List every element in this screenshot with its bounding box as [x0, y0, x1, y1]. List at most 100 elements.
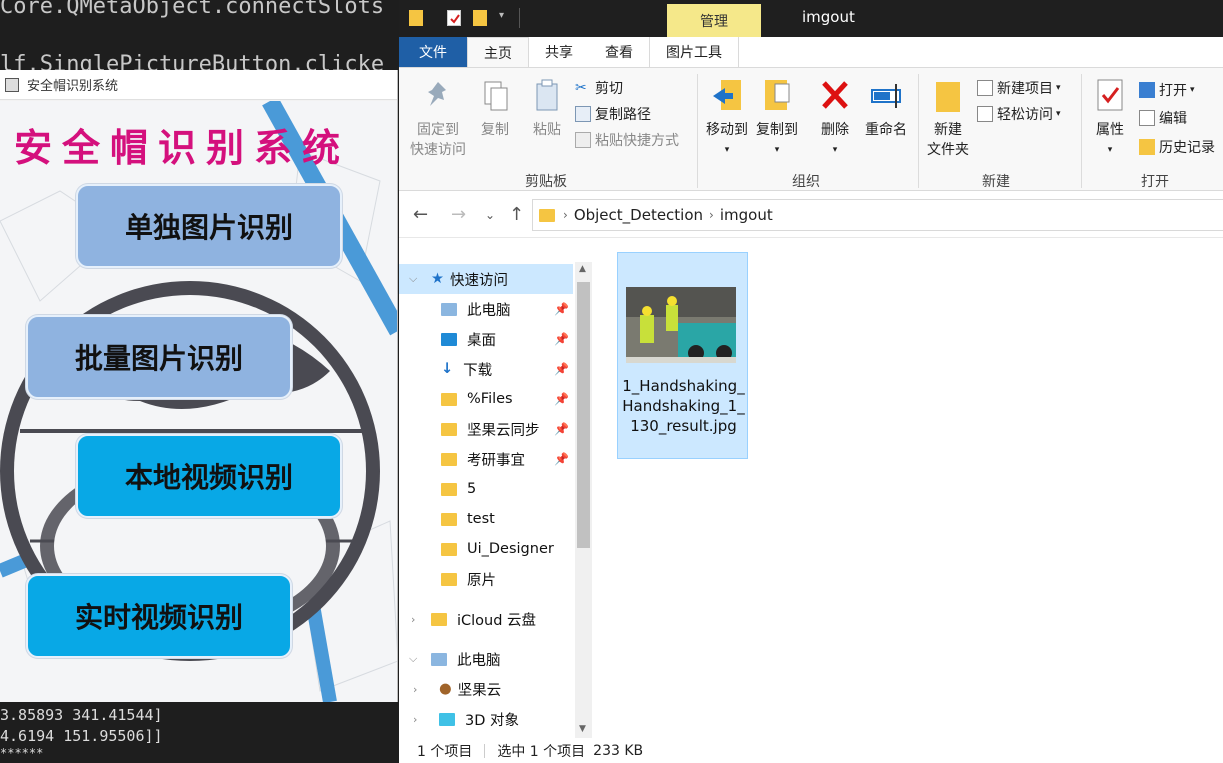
folder-icon	[409, 10, 423, 26]
file-item[interactable]: 1_Handshaking_Handshaking_1_130_result.j…	[617, 252, 748, 459]
batch-image-button[interactable]: 批量图片识别	[26, 315, 292, 399]
folder-icon	[441, 512, 457, 526]
new-item-button[interactable]: 新建项目 ▾	[977, 78, 1061, 98]
folder-icon	[441, 422, 457, 436]
copy-button[interactable]: 复制	[475, 78, 515, 140]
chevron-right-icon[interactable]: ›	[413, 683, 417, 696]
new-folder-icon	[932, 78, 964, 114]
single-image-button[interactable]: 单独图片识别	[76, 184, 342, 268]
tab-view[interactable]: 查看	[589, 37, 649, 67]
folder-icon	[441, 452, 457, 466]
copy-to-button[interactable]: 复制到 ▾	[753, 78, 801, 160]
rename-button[interactable]: 重命名	[861, 78, 911, 140]
pc-icon	[431, 652, 447, 666]
scroll-down-icon[interactable]: ▼	[579, 724, 586, 734]
nav-item-jianguoyun-sync[interactable]: 坚果云同步 📌	[399, 414, 573, 444]
nav-item-ui-designer[interactable]: Ui_Designer	[399, 534, 573, 564]
chevron-down-icon[interactable]: ▾	[499, 10, 504, 21]
realtime-video-button[interactable]: 实时视频识别	[26, 574, 292, 658]
tab-picture-tools[interactable]: 图片工具	[649, 37, 739, 67]
history-label: 历史记录	[1159, 140, 1215, 156]
easy-access-label: 轻松访问	[997, 107, 1053, 123]
local-video-button[interactable]: 本地视频识别	[76, 434, 342, 518]
breadcrumb-item[interactable]: imgout	[720, 206, 773, 224]
nav-item-3d-objects[interactable]: › 3D 对象	[399, 704, 573, 734]
nav-item-desktop[interactable]: 桌面 📌	[399, 324, 573, 354]
chevron-right-icon[interactable]: ›	[413, 713, 417, 726]
nav-item-this-pc[interactable]: ⌵ 此电脑	[399, 644, 573, 674]
chevron-down-icon[interactable]: ⌵	[409, 652, 417, 666]
nav-item-test[interactable]: test	[399, 504, 573, 534]
nav-item-files[interactable]: %Files 📌	[399, 384, 573, 414]
delete-label: 删除	[821, 122, 849, 138]
tab-manage[interactable]: 管理	[667, 4, 761, 37]
image-icon	[1139, 82, 1155, 98]
pin-to-quick-access-button[interactable]: 固定到 快速访问	[407, 78, 469, 160]
easy-access-icon	[977, 106, 993, 122]
delete-icon	[819, 78, 851, 114]
copy-path-button[interactable]: 复制路径	[575, 104, 651, 124]
file-explorer-window: ▾ 管理 imgout 文件 主页 共享 查看 图片工具 固定到 快速访问 复制	[399, 0, 1223, 763]
chevron-right-icon[interactable]: ›	[709, 208, 714, 222]
group-label-clipboard: 剪贴板	[525, 174, 567, 190]
up-arrow-icon[interactable]: ↑	[509, 204, 524, 225]
chevron-down-icon: ▾	[724, 145, 730, 155]
console-line: 4.6194 151.95506]]	[0, 727, 163, 745]
path-box[interactable]: › Object_Detection › imgout	[532, 199, 1223, 231]
nav-label: 5	[467, 481, 477, 497]
chevron-right-icon[interactable]: ›	[563, 208, 568, 222]
easy-access-button[interactable]: 轻松访问 ▾	[977, 104, 1061, 124]
divider	[519, 8, 520, 28]
code-line: Core.QMetaObject.connectSlots	[0, 0, 385, 19]
edit-button[interactable]: 编辑	[1139, 108, 1187, 128]
properties-button[interactable]: 属性 ▾	[1089, 78, 1131, 160]
move-to-button[interactable]: 移动到 ▾	[703, 78, 751, 160]
breadcrumb-item[interactable]: Object_Detection	[574, 206, 703, 224]
pin-icon: 📌	[554, 332, 569, 346]
back-arrow-icon[interactable]: ←	[413, 204, 428, 225]
new-folder-button[interactable]: 新建 文件夹	[923, 78, 973, 160]
copy-to-icon	[761, 78, 793, 114]
delete-button[interactable]: 删除 ▾	[813, 78, 857, 160]
pin-icon: 📌	[554, 422, 569, 436]
nav-item-5[interactable]: 5	[399, 474, 573, 504]
nav-item-kaoyan[interactable]: 考研事宜 📌	[399, 444, 573, 474]
properties-icon[interactable]	[447, 10, 461, 26]
divider	[918, 74, 919, 188]
folder-icon	[431, 612, 447, 626]
image-thumbnail	[626, 287, 736, 363]
history-icon	[1139, 139, 1155, 155]
tab-home[interactable]: 主页	[467, 37, 529, 67]
nav-item-this-pc-pinned[interactable]: 此电脑 📌	[399, 294, 573, 324]
group-label-new: 新建	[982, 174, 1010, 190]
nav-quick-access[interactable]: ⌵ ★ 快速访问	[399, 264, 573, 294]
scissors-icon: ✂	[575, 80, 587, 96]
chevron-down-icon[interactable]: ⌵	[409, 272, 417, 286]
history-button[interactable]: 历史记录	[1139, 137, 1215, 157]
scrollbar-thumb[interactable]	[577, 282, 590, 548]
chevron-right-icon[interactable]: ›	[411, 613, 415, 626]
new-folder-icon[interactable]	[473, 10, 487, 26]
selection-size: 233 KB	[593, 742, 644, 759]
nav-item-downloads[interactable]: ↓ 下载 📌	[399, 354, 573, 384]
nav-item-icloud[interactable]: › iCloud 云盘	[399, 604, 573, 634]
paste-shortcut-label: 粘贴快捷方式	[595, 133, 679, 149]
app-heading: 安全帽识别系统	[14, 126, 351, 170]
recent-locations-chevron-icon[interactable]: ⌄	[485, 208, 495, 222]
paste-button[interactable]: 粘贴	[527, 78, 567, 140]
paste-shortcut-button[interactable]: 粘贴快捷方式	[575, 130, 679, 150]
tab-share[interactable]: 共享	[529, 37, 589, 67]
rename-label: 重命名	[865, 122, 907, 138]
tab-file[interactable]: 文件	[399, 37, 467, 67]
divider	[1081, 74, 1082, 188]
scroll-up-icon[interactable]: ▲	[579, 264, 586, 274]
cut-button[interactable]: ✂ 剪切	[575, 78, 623, 98]
console-line: ******	[0, 746, 44, 760]
nav-item-originals[interactable]: 原片	[399, 564, 573, 594]
folder-icon	[441, 542, 457, 556]
properties-icon	[1094, 78, 1126, 114]
open-button[interactable]: 打开 ▾	[1139, 80, 1195, 100]
ribbon-home: 固定到 快速访问 复制 粘贴 ✂ 剪切 复制路径 粘贴快捷方式 剪贴板 移动到 …	[399, 67, 1223, 191]
forward-arrow-icon[interactable]: →	[451, 204, 466, 225]
nav-item-jianguoyun[interactable]: › ● 坚果云	[399, 674, 573, 704]
